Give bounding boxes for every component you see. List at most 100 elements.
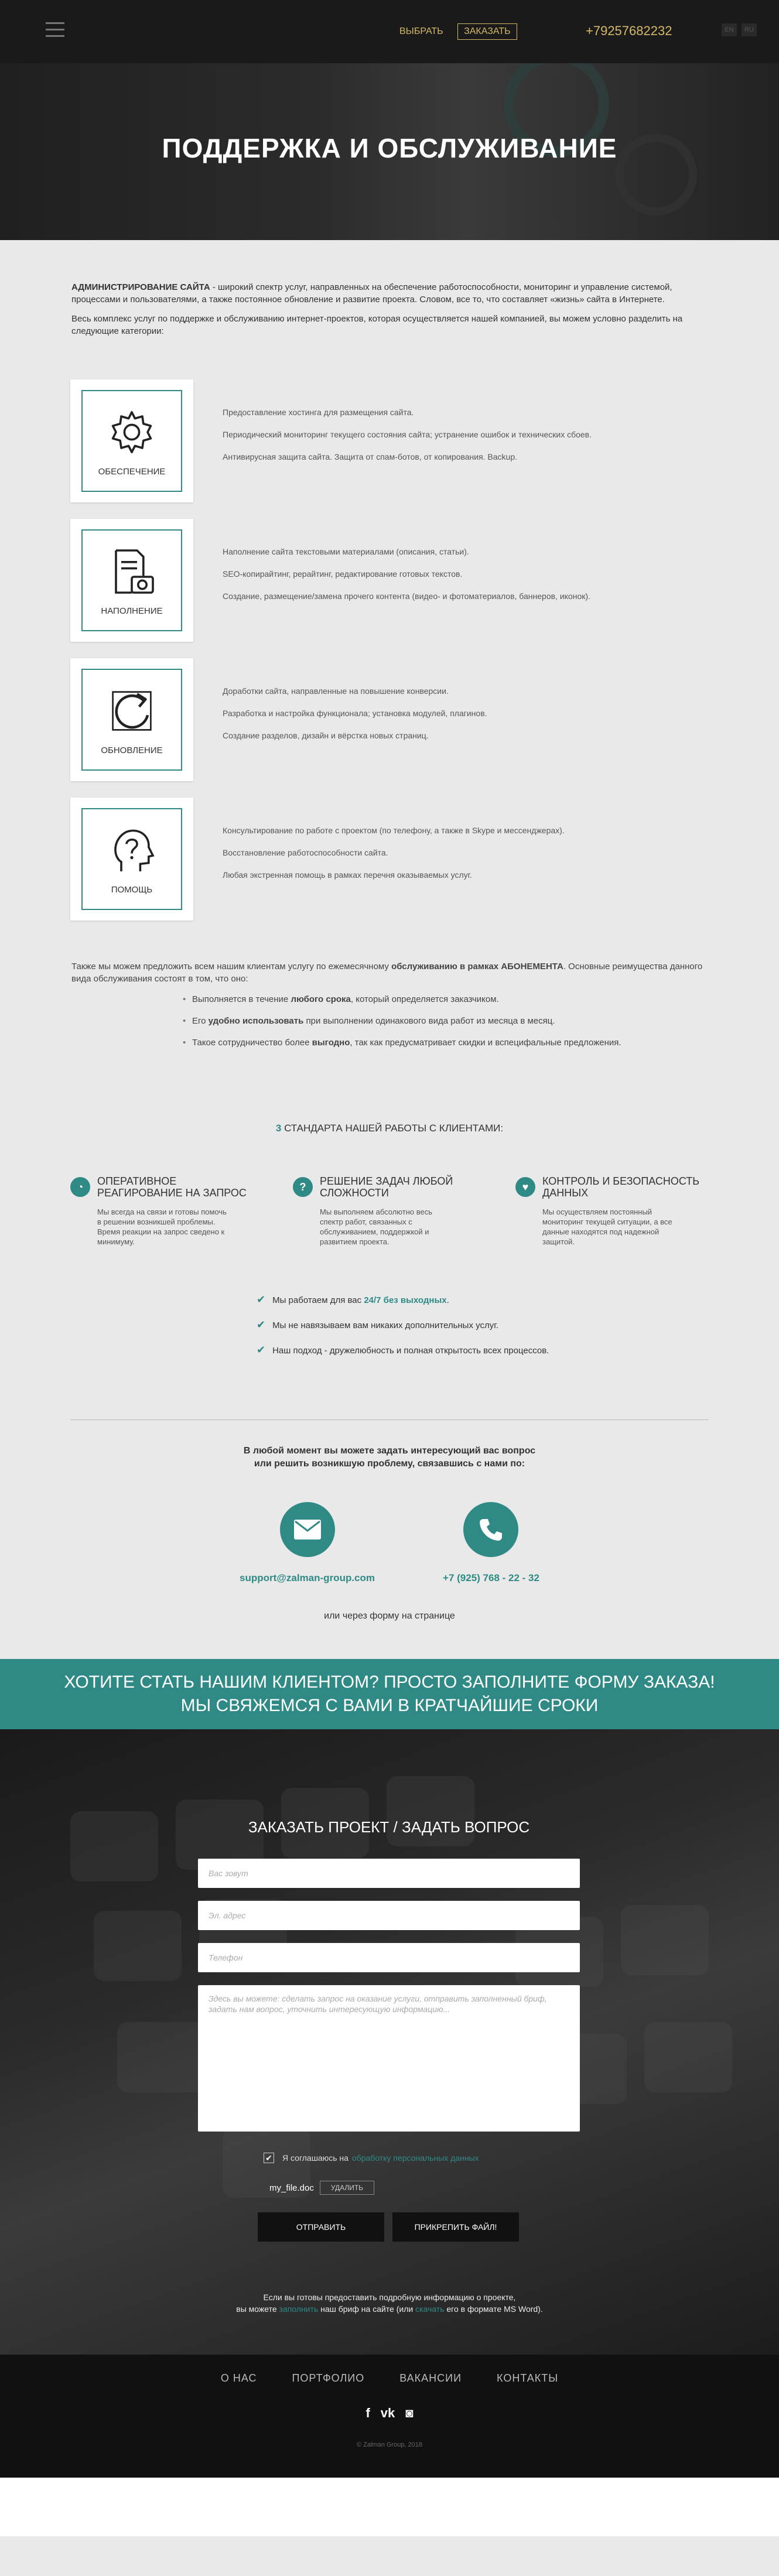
instagram-icon[interactable]: ◙	[405, 2406, 413, 2421]
lang-en[interactable]: EN	[722, 23, 737, 36]
fill-brief-link[interactable]: заполнить	[279, 2304, 319, 2314]
standards-row: ◔ ОПЕРАТИВНОЕ РЕАГИРОВАНИЕ НА ЗАПРОС Мы в…	[70, 1175, 709, 1247]
standard-title: ОПЕРАТИВНОЕ РЕАГИРОВАНИЕ НА ЗАПРОС	[97, 1175, 247, 1199]
list-item: Выполняется в течение любого срока, кото…	[183, 993, 708, 1005]
text-bold: удобно использовать	[208, 1016, 304, 1026]
phone-link[interactable]: +7 (925) 768 - 22 - 32	[443, 1572, 539, 1584]
standard-title: РЕШЕНИЕ ЗАДАЧ ЛЮБОЙ СЛОЖНОСТИ	[320, 1175, 453, 1199]
subscription-text: Также мы можем предложить всем нашим кли…	[71, 960, 708, 985]
intro-paragraph-2: Весь комплекс услуг по поддержке и обслу…	[71, 314, 683, 336]
document-camera-icon	[115, 549, 154, 594]
head-question-icon	[114, 829, 155, 871]
standard-text: Мы выполняем абсолютно весь спектр работ…	[320, 1207, 433, 1246]
text: Выполняется в течение	[192, 994, 291, 1004]
contact-methods: support@zalman-group.com +7 (925) 768 - …	[0, 1502, 779, 1584]
lang-ru[interactable]: RU	[742, 23, 757, 36]
email-input[interactable]: Эл. адрес	[198, 1901, 580, 1930]
privacy-link[interactable]: обработку персональных данных	[352, 2153, 479, 2163]
refresh-icon	[112, 690, 152, 731]
consent-checkbox[interactable]: ✔	[264, 2153, 274, 2163]
footer-link-contacts[interactable]: КОНТАКТЫ	[497, 2372, 558, 2385]
envelope-icon[interactable]	[279, 1502, 335, 1557]
email-link[interactable]: support@zalman-group.com	[240, 1572, 375, 1584]
text: Наш подход - дружелюбность и полная откр…	[272, 1346, 549, 1356]
send-button[interactable]: ОТПРАВИТЬ	[258, 2212, 384, 2242]
message-textarea[interactable]: Здесь вы можете: сделать запрос на оказа…	[198, 1985, 580, 2132]
consent-row: ✔ Я соглашаюсь на обработку персональных…	[264, 2153, 580, 2163]
phone-contact: +7 (925) 768 - 22 - 32	[443, 1502, 539, 1584]
vk-icon[interactable]: vk	[381, 2406, 395, 2421]
text: Такое сотрудничество более	[192, 1038, 312, 1048]
intro-bold: АДМИНИСТРИРОВАНИЕ САЙТА	[71, 282, 210, 292]
clock-icon: ◔	[70, 1177, 90, 1197]
hero-banner: ПОДДЕРЖКА И ОБСЛУЖИВАНИЕ	[0, 63, 779, 240]
service-item: SEO-копирайтинг, рерайтинг, редактирован…	[223, 569, 463, 579]
service-item: Создание разделов, дизайн и вёрстка новы…	[223, 731, 429, 740]
service-row: НАПОЛНЕНИЕ Наполнение сайта текстовыми м…	[70, 519, 709, 642]
facebook-icon[interactable]: f	[365, 2406, 370, 2421]
standard-text: Мы осуществляем постоянный мониторинг те…	[542, 1207, 672, 1246]
service-item: Разработка и настройка функционала; уста…	[223, 709, 487, 718]
delete-file-button[interactable]: УДАЛИТЬ	[319, 2181, 375, 2195]
standard-text: Мы всегда на связи и готовы помочь в реш…	[97, 1207, 227, 1246]
intro-paragraph: АДМИНИСТРИРОВАНИЕ САЙТА - широкий спектр…	[71, 281, 708, 306]
list-item: Такое сотрудничество более выгодно, так …	[183, 1036, 708, 1049]
list-item: Его удобно использовать при выполнении о…	[183, 1015, 708, 1027]
text-bold: выгодно	[312, 1038, 350, 1048]
check-icon: ✔	[257, 1319, 266, 1330]
standards-section: 3 СТАНДАРТА НАШЕЙ РАБОТЫ С КЛИЕНТАМИ: ◔ О…	[0, 1058, 779, 1247]
order-form-section: ЗАКАЗАТЬ ПРОЕКТ / ЗАДАТЬ ВОПРОС Вас зову…	[0, 1729, 779, 2355]
order-form: ЗАКАЗАТЬ ПРОЕКТ / ЗАДАТЬ ВОПРОС Вас зову…	[198, 1818, 580, 2242]
nav-select-link[interactable]: ВЫБРАТЬ	[399, 26, 443, 37]
form-title: ЗАКАЗАТЬ ПРОЕКТ / ЗАДАТЬ ВОПРОС	[248, 1818, 530, 1836]
download-brief-link[interactable]: скачать	[415, 2304, 444, 2314]
service-row: ПОМОЩЬ Консультирование по работе с прое…	[70, 798, 709, 921]
service-row: ОБНОВЛЕНИЕ Доработки сайта, направленные…	[70, 658, 709, 781]
nav-order-button[interactable]: ЗАКАЗАТЬ	[457, 23, 517, 40]
service-item: Создание, размещение/замена прочего конт…	[223, 591, 590, 601]
language-switcher: EN RU	[717, 23, 757, 36]
phone-icon[interactable]	[463, 1502, 519, 1557]
text: наш бриф на сайте (или	[318, 2304, 416, 2314]
check-icon: ✔	[257, 1344, 266, 1356]
service-items: Предоставление хостинга для размещения с…	[223, 408, 592, 474]
check-icon: ✔	[257, 1294, 266, 1305]
text: его в формате MS Word).	[444, 2304, 543, 2314]
services-list: ОБЕСПЕЧЕНИЕ Предоставление хостинга для …	[0, 344, 779, 921]
standards-heading: 3 СТАНДАРТА НАШЕЙ РАБОТЫ С КЛИЕНТАМИ:	[70, 1123, 709, 1134]
subscription-section: Также мы можем предложить всем нашим кли…	[0, 937, 779, 1049]
brief-note: Если вы готовы предоставить подробную ин…	[0, 2291, 779, 2315]
footer-link-portfolio[interactable]: ПОРТФОЛИО	[292, 2372, 364, 2385]
text: вы можете	[236, 2304, 279, 2314]
footer-link-vacancies[interactable]: ВАКАНСИИ	[399, 2372, 462, 2385]
text: Если вы готовы предоставить подробную ин…	[263, 2293, 516, 2302]
service-item: Доработки сайта, направленные на повышен…	[223, 686, 449, 696]
header-phone[interactable]: +79257682232	[586, 23, 672, 39]
text: Мы не навязываем вам никаких дополнитель…	[272, 1321, 499, 1330]
name-input[interactable]: Вас зовут	[198, 1859, 580, 1888]
top-bar: ВЫБРАТЬ ЗАКАЗАТЬ +79257682232 EN RU	[0, 0, 779, 63]
text-bold: обслуживанию в рамках АБОНЕМЕНТА	[391, 962, 563, 971]
service-title: ОБНОВЛЕНИЕ	[101, 745, 163, 755]
question-icon: ?	[293, 1177, 313, 1197]
footer-link-about[interactable]: О НАС	[221, 2372, 257, 2385]
service-item: Любая экстренная помощь в рамках перечня…	[223, 870, 472, 880]
text: Также мы можем предложить всем нашим кли…	[71, 962, 392, 971]
form-buttons: ОТПРАВИТЬ ПРИКРЕПИТЬ ФАЙЛ!	[258, 2212, 580, 2242]
text: или решить возникшую проблему, связавшис…	[254, 1459, 525, 1469]
cta-banner: ХОТИТЕ СТАТЬ НАШИМ КЛИЕНТОМ? ПРОСТО ЗАПО…	[0, 1659, 779, 1729]
attached-file: my_file.doc УДАЛИТЬ	[269, 2181, 580, 2195]
menu-icon[interactable]	[46, 22, 64, 37]
gear-icon	[111, 410, 152, 453]
copyright: © Zalman Group, 2018	[356, 2441, 423, 2448]
phone-input[interactable]: Телефон	[198, 1943, 580, 1972]
service-item: Восстановление работоспособности сайта.	[223, 848, 388, 857]
service-item: Наполнение сайта текстовыми материалами …	[223, 547, 469, 556]
service-item: Предоставление хостинга для размещения с…	[223, 408, 414, 417]
contact-lead: В любой момент вы можете задать интересу…	[0, 1445, 779, 1470]
text: .	[446, 1295, 449, 1305]
intro-section: АДМИНИСТРИРОВАНИЕ САЙТА - широкий спектр…	[0, 240, 779, 337]
attach-file-button[interactable]: ПРИКРЕПИТЬ ФАЙЛ!	[392, 2212, 519, 2242]
text-highlight: 24/7 без выходных	[364, 1295, 447, 1305]
service-card: ПОМОЩЬ	[70, 798, 193, 921]
